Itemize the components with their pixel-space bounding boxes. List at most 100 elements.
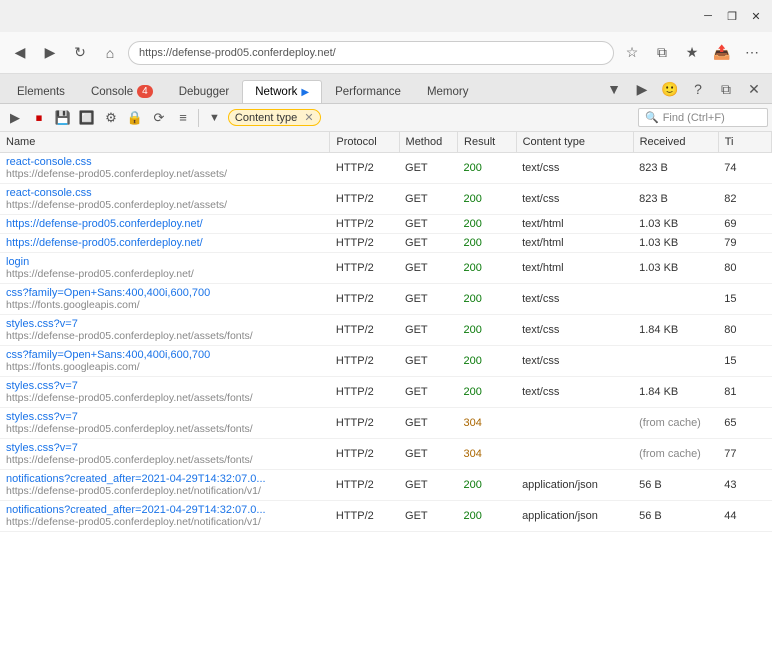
table-row[interactable]: login https://defense-prod05.conferdeplo…	[0, 253, 772, 284]
tab-debugger-label: Debugger	[179, 86, 230, 98]
tab-memory[interactable]: Memory	[414, 80, 482, 103]
cell-method: GET	[399, 377, 458, 408]
cell-received: 1.84 KB	[633, 315, 718, 346]
find-box[interactable]: 🔍 Find (Ctrl+F)	[638, 108, 768, 127]
table-row[interactable]: css?family=Open+Sans:400,400i,600,700 ht…	[0, 284, 772, 315]
cell-protocol: HTTP/2	[330, 284, 399, 315]
cell-name: styles.css?v=7 https://defense-prod05.co…	[0, 377, 330, 408]
filter-icon[interactable]: ▼	[600, 75, 628, 103]
cell-name: css?family=Open+Sans:400,400i,600,700 ht…	[0, 284, 330, 315]
address-bar[interactable]: https://defense-prod05.conferdeploy.net/	[128, 41, 614, 65]
cell-method: GET	[399, 234, 458, 253]
help-icon[interactable]: ?	[684, 75, 712, 103]
cell-content-type: text/css	[516, 377, 633, 408]
table-row[interactable]: notifications?created_after=2021-04-29T1…	[0, 470, 772, 501]
cell-time: 81	[718, 377, 771, 408]
tab-memory-label: Memory	[427, 86, 469, 98]
maximize-button[interactable]: ❐	[724, 8, 740, 24]
favorites-icon[interactable]: ★	[680, 41, 704, 65]
cell-method: GET	[399, 184, 458, 215]
filter-button[interactable]: ▼	[203, 110, 226, 126]
stop-button[interactable]: ⏹	[28, 107, 50, 129]
cell-received: 823 B	[633, 153, 718, 184]
tab-network[interactable]: Network ▶	[242, 80, 322, 103]
table-row[interactable]: react-console.css https://defense-prod05…	[0, 184, 772, 215]
col-name[interactable]: Name	[0, 132, 330, 153]
cell-method: GET	[399, 284, 458, 315]
settings-icon[interactable]: ⚙	[100, 107, 122, 129]
cell-received	[633, 284, 718, 315]
cell-content-type: application/json	[516, 501, 633, 532]
cell-name: notifications?created_after=2021-04-29T1…	[0, 501, 330, 532]
refresh-button[interactable]: ↻	[68, 41, 92, 65]
record-button[interactable]: ▶	[4, 107, 26, 129]
back-button[interactable]: ◀	[8, 41, 32, 65]
cell-result: 200	[458, 315, 517, 346]
reload-icon[interactable]: ⟳	[148, 107, 170, 129]
cell-time: 44	[718, 501, 771, 532]
col-method[interactable]: Method	[399, 132, 458, 153]
cell-protocol: HTTP/2	[330, 153, 399, 184]
forward-button[interactable]: ▶	[38, 41, 62, 65]
content-type-filter[interactable]: Content type ✕	[228, 109, 321, 126]
cell-content-type: application/json	[516, 470, 633, 501]
cell-method: GET	[399, 315, 458, 346]
table-row[interactable]: react-console.css https://defense-prod05…	[0, 153, 772, 184]
save-button[interactable]: 💾	[52, 107, 74, 129]
col-result[interactable]: Result	[458, 132, 517, 153]
cell-received: (from cache)	[633, 408, 718, 439]
sidebar-icon[interactable]: ⧉	[650, 41, 674, 65]
screenshot-button[interactable]: 🔲	[76, 107, 98, 129]
cell-received: 1.84 KB	[633, 377, 718, 408]
cell-name: https://defense-prod05.conferdeploy.net/	[0, 215, 330, 234]
cell-method: GET	[399, 501, 458, 532]
home-button[interactable]: ⌂	[98, 41, 122, 65]
col-protocol[interactable]: Protocol	[330, 132, 399, 153]
share-icon[interactable]: 📤	[710, 41, 734, 65]
table-row[interactable]: styles.css?v=7 https://defense-prod05.co…	[0, 315, 772, 346]
table-row[interactable]: notifications?created_after=2021-04-29T1…	[0, 501, 772, 532]
cell-received: 1.03 KB	[633, 234, 718, 253]
cell-protocol: HTTP/2	[330, 408, 399, 439]
table-row[interactable]: styles.css?v=7 https://defense-prod05.co…	[0, 408, 772, 439]
col-received[interactable]: Received	[633, 132, 718, 153]
filter-icon: ▼	[209, 112, 220, 124]
table-row[interactable]: styles.css?v=7 https://defense-prod05.co…	[0, 377, 772, 408]
close-devtools-button[interactable]: ✕	[740, 75, 768, 103]
minimize-button[interactable]: ─	[700, 8, 716, 24]
throttle-icon[interactable]: ≡	[172, 107, 194, 129]
col-time[interactable]: Ti	[718, 132, 771, 153]
cell-method: GET	[399, 253, 458, 284]
table-row[interactable]: css?family=Open+Sans:400,400i,600,700 ht…	[0, 346, 772, 377]
cell-result: 200	[458, 234, 517, 253]
tab-network-label: Network	[255, 86, 297, 98]
dock-icon[interactable]: ⧉	[712, 75, 740, 103]
cell-time: 43	[718, 470, 771, 501]
tab-elements[interactable]: Elements	[4, 80, 78, 103]
tab-performance[interactable]: Performance	[322, 80, 414, 103]
find-icon: 🔍	[645, 111, 659, 124]
cell-time: 69	[718, 215, 771, 234]
col-content-type[interactable]: Content type	[516, 132, 633, 153]
tab-console[interactable]: Console 4	[78, 79, 166, 103]
cell-content-type	[516, 439, 633, 470]
table-row[interactable]: https://defense-prod05.conferdeploy.net/…	[0, 215, 772, 234]
cell-content-type: text/html	[516, 234, 633, 253]
cell-result: 200	[458, 346, 517, 377]
cell-time: 82	[718, 184, 771, 215]
close-button[interactable]: ✕	[748, 8, 764, 24]
cell-method: GET	[399, 470, 458, 501]
more-icon[interactable]: ⋯	[740, 41, 764, 65]
block-icon[interactable]: 🔒	[124, 107, 146, 129]
console-drawer-icon[interactable]: ▶	[628, 75, 656, 103]
tab-debugger[interactable]: Debugger	[166, 80, 243, 103]
bookmark-icon[interactable]: ☆	[620, 41, 644, 65]
cell-name: styles.css?v=7 https://defense-prod05.co…	[0, 439, 330, 470]
table-row[interactable]: styles.css?v=7 https://defense-prod05.co…	[0, 439, 772, 470]
cell-method: GET	[399, 439, 458, 470]
table-row[interactable]: https://defense-prod05.conferdeploy.net/…	[0, 234, 772, 253]
cell-received: 1.03 KB	[633, 253, 718, 284]
cell-protocol: HTTP/2	[330, 234, 399, 253]
smiley-icon[interactable]: 🙂	[656, 75, 684, 103]
content-type-close-icon[interactable]: ✕	[304, 112, 313, 124]
